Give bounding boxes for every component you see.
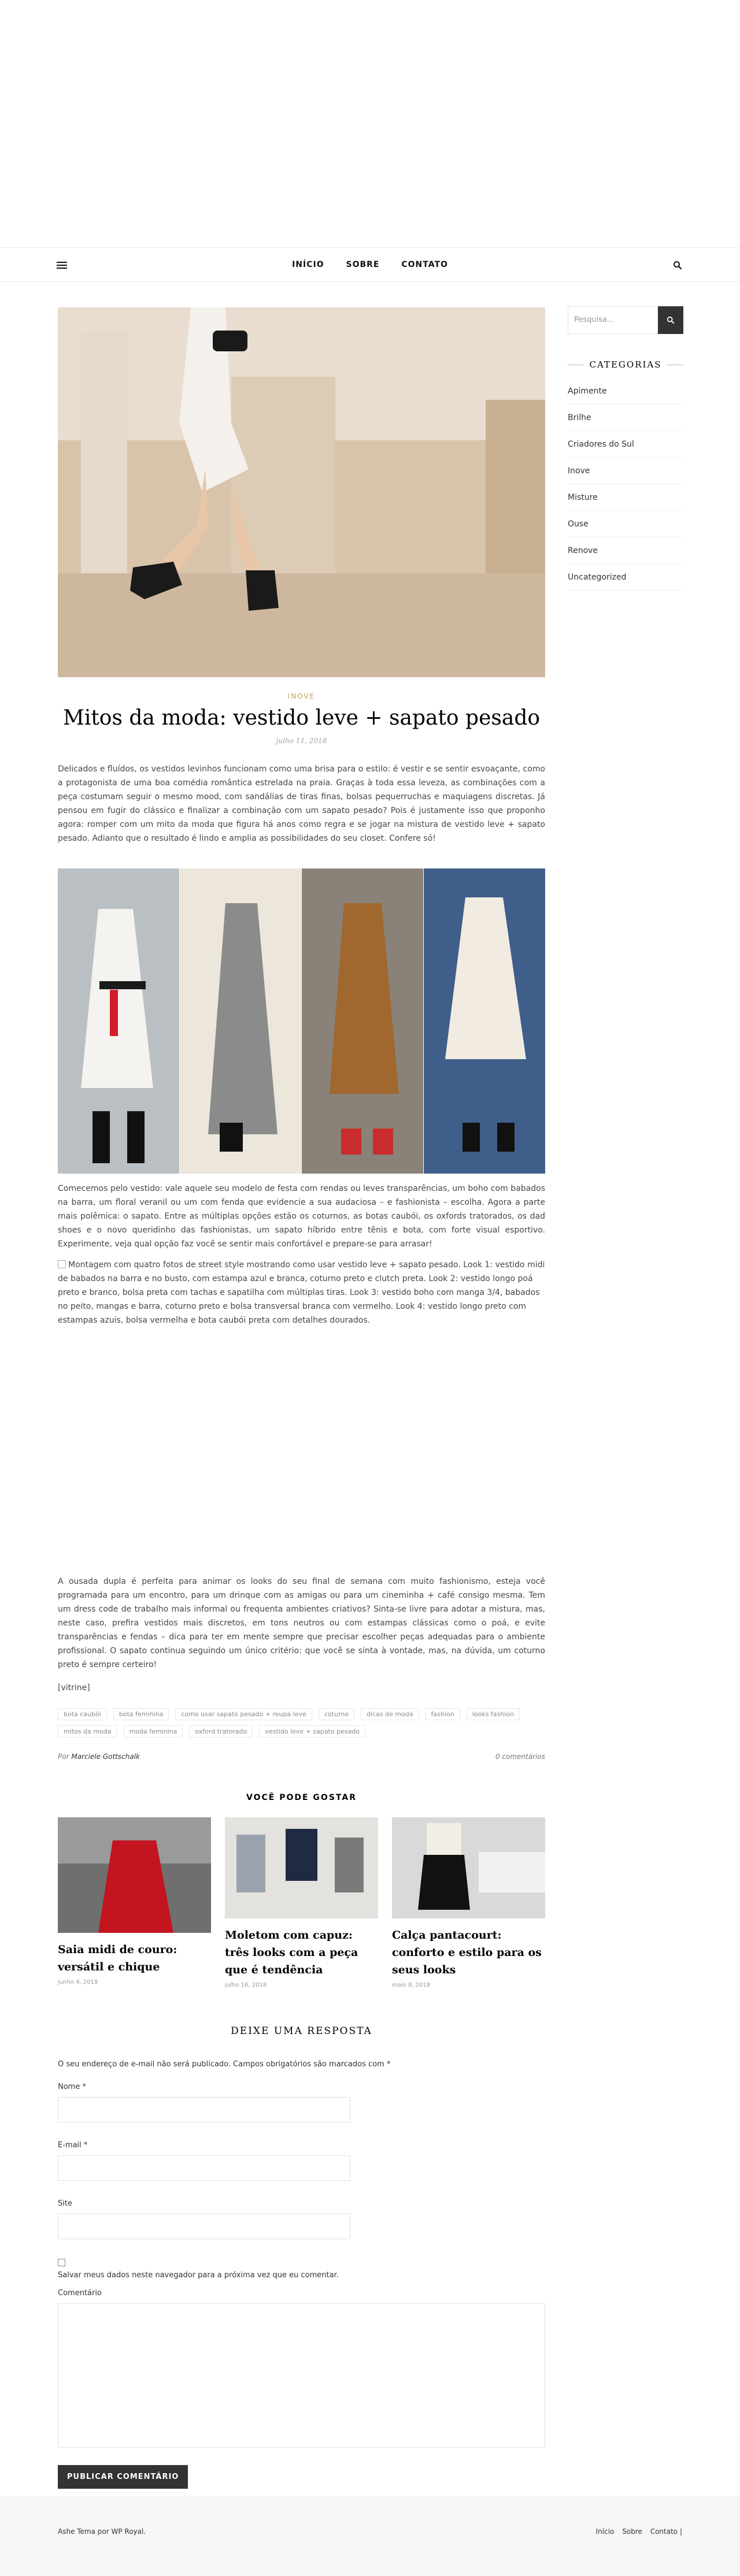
footer-link-inicio[interactable]: Início [596,2527,615,2536]
category-item[interactable]: Inove [568,458,683,484]
main-menu: INÍCIO SOBRE CONTATO [0,260,740,269]
post-intro: Delicados e fluídos, os vestidos levinho… [58,764,545,843]
tag[interactable]: moda feminina [123,1725,183,1738]
post-body-2: Comecemos pelo vestido: vale aquele seu … [58,1184,545,1249]
footer-links: Início Sobre Contato | [590,2527,682,2536]
category-item[interactable]: Brilhe [568,404,683,431]
email-field[interactable] [58,2155,350,2181]
search-icon[interactable] [673,261,682,270]
site-label: Site [58,2199,72,2208]
related-date: junho 4, 2018 [58,1979,98,1985]
related-posts: Saia midi de couro: versátil e chique ju… [58,1817,545,1988]
post-date: julho 11, 2018 [276,737,327,745]
post-tags: bota caubói bota feminina como usar sapa… [58,1708,545,1742]
tag[interactable]: bota feminina [113,1708,169,1720]
related-post[interactable]: Saia midi de couro: versátil e chique ju… [58,1817,211,1988]
tag[interactable]: looks fashion [466,1708,520,1720]
vitrine-shortcode: [vitrine] [58,1683,90,1692]
categories-list: Apimente Brilhe Criadores do Sul Inove M… [568,378,683,591]
related-thumb[interactable] [58,1817,211,1933]
site-field[interactable] [58,2214,350,2239]
related-date: maio 8, 2018 [392,1982,431,1988]
search-input[interactable]: Pesquisa... [568,306,658,334]
author-prefix: Por [58,1753,69,1761]
category-item[interactable]: Ouse [568,511,683,537]
tag[interactable]: bota caubói [58,1708,107,1720]
post-meta: Por Marciele Gottschalk 0 comentários [58,1753,545,1761]
nav-item-sobre[interactable]: SOBRE [346,260,379,269]
comment-label: Comentário [58,2289,102,2297]
email-label: E-mail * [58,2141,88,2150]
related-title[interactable]: Moletom com capuz: três looks com a peça… [225,1927,378,1979]
category-item[interactable]: Apimente [568,378,683,404]
comment-textarea[interactable] [58,2303,545,2448]
related-date: julho 16, 2018 [225,1982,267,1988]
save-info-label: Salvar meus dados neste navegador para a… [58,2271,339,2280]
search-icon [667,316,675,324]
category-item[interactable]: Misture [568,484,683,511]
related-heading: VOCÊ PODE GOSTAR [246,1793,357,1802]
comments-link[interactable]: 0 comentários [495,1753,545,1761]
name-label: Nome * [58,2083,86,2091]
sidebar: Pesquisa... CATEGORIAS Apimente Brilhe C… [568,306,683,591]
collage-image [58,868,545,1174]
related-thumb[interactable] [392,1817,545,1918]
tag[interactable]: coturno [318,1708,354,1720]
nav-item-contato[interactable]: CONTATO [401,260,448,269]
footer: Ashe Tema por WP Royal. Início Sobre Con… [0,2496,740,2576]
broken-image-icon [58,1260,66,1268]
broken-image: Montagem com quatro fotos de street styl… [58,1258,545,1575]
tag[interactable]: oxford tratorado [189,1725,253,1738]
category-item[interactable]: Uncategorized [568,564,683,591]
post-category[interactable]: INOVE [58,692,545,700]
post-author: Por Marciele Gottschalk [58,1753,140,1761]
reply-heading: DEIXE UMA RESPOSTA [231,2025,372,2037]
featured-image[interactable] [58,307,545,677]
categories-heading: CATEGORIAS [568,359,683,370]
search-widget: Pesquisa... [568,306,683,334]
related-title[interactable]: Calça pantacourt: conforto e estilo para… [392,1927,545,1979]
post-title: Mitos da moda: vestido leve + sapato pes… [62,706,541,730]
tag[interactable]: como usar sapato pesado + roupa leve [175,1708,312,1720]
tag[interactable]: dicas de moda [361,1708,419,1720]
post-body-3: A ousada dupla é perfeita para animar os… [58,1577,545,1669]
search-button[interactable] [658,306,683,334]
submit-comment-button[interactable]: PUBLICAR COMENTÁRIO [58,2465,188,2489]
save-info-checkbox[interactable] [58,2259,65,2266]
broken-image-alt: Montagem com quatro fotos de street styl… [58,1260,545,1325]
category-item[interactable]: Renove [568,537,683,564]
related-thumb[interactable] [225,1817,378,1918]
main-content: INOVE Mitos da moda: vestido leve + sapa… [58,307,545,2489]
author-link[interactable]: Marciele Gottschalk [71,1753,140,1761]
related-title[interactable]: Saia midi de couro: versátil e chique [58,1941,211,1976]
footer-credit[interactable]: Ashe Tema por WP Royal. [58,2527,146,2536]
footer-link-contato[interactable]: Contato | [650,2527,682,2536]
top-navigation: INÍCIO SOBRE CONTATO [0,247,740,282]
tag[interactable]: vestido leve + sapato pesado [259,1725,366,1738]
related-post[interactable]: Calça pantacourt: conforto e estilo para… [392,1817,545,1988]
tag[interactable]: fashion [425,1708,460,1720]
name-field[interactable] [58,2097,350,2122]
category-item[interactable]: Criadores do Sul [568,431,683,458]
reply-note: O seu endereço de e-mail não será public… [58,2060,391,2069]
nav-item-inicio[interactable]: INÍCIO [292,260,324,269]
footer-link-sobre[interactable]: Sobre [622,2527,642,2536]
tag[interactable]: mitos da moda [58,1725,117,1738]
related-post[interactable]: Moletom com capuz: três looks com a peça… [225,1817,378,1988]
